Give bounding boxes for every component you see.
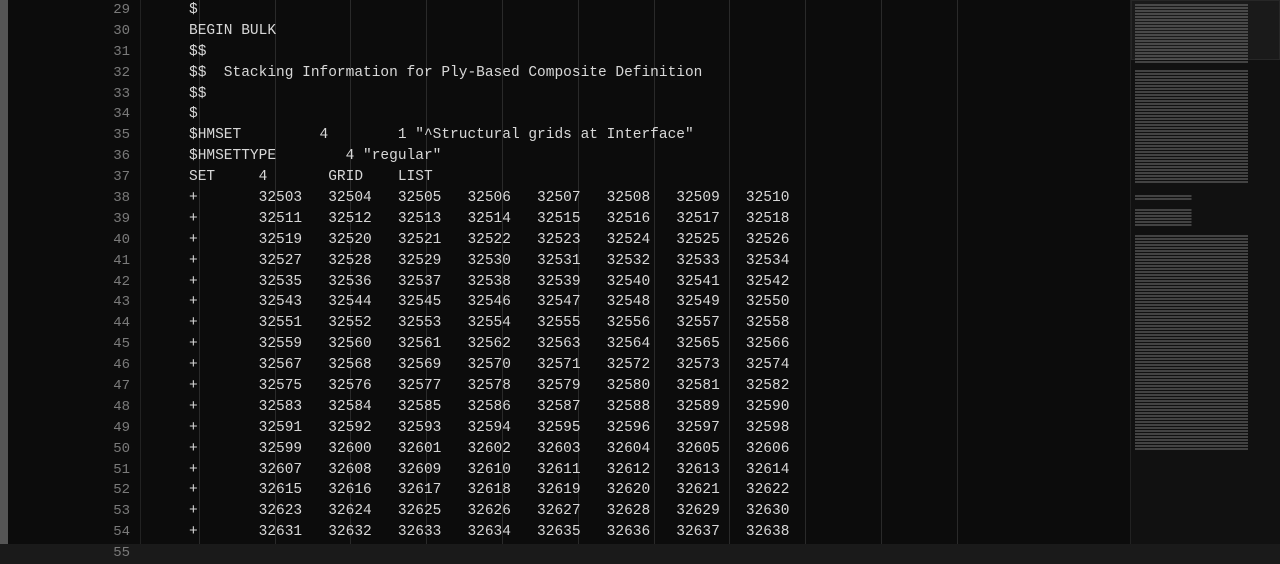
line-number: 32 (8, 63, 140, 84)
line-number: 35 (8, 125, 140, 146)
line-number: 29 (8, 0, 140, 21)
code-line[interactable]: + 32599 32600 32601 32602 32603 32604 32… (141, 439, 1130, 460)
code-line[interactable]: $ (141, 0, 1130, 21)
editor-wrap: 2930313233343536373839404142434445464748… (0, 0, 1130, 544)
code-line[interactable]: + 32543 32544 32545 32546 32547 32548 32… (141, 292, 1130, 313)
code-line[interactable]: + 32615 32616 32617 32618 32619 32620 32… (141, 480, 1130, 501)
line-number: 39 (8, 209, 140, 230)
line-number: 37 (8, 167, 140, 188)
line-number: 40 (8, 230, 140, 251)
code-line[interactable]: + 32567 32568 32569 32570 32571 32572 32… (141, 355, 1130, 376)
code-line[interactable]: + 32575 32576 32577 32578 32579 32580 32… (141, 376, 1130, 397)
code-line[interactable]: + 32511 32512 32513 32514 32515 32516 32… (141, 209, 1130, 230)
line-number: 54 (8, 522, 140, 543)
line-number: 44 (8, 313, 140, 334)
code-area[interactable]: $BEGIN BULK$$$$ Stacking Information for… (141, 0, 1130, 544)
code-line[interactable]: $HMSETTYPE 4 "regular" (141, 146, 1130, 167)
code-line[interactable]: + 32607 32608 32609 32610 32611 32612 32… (141, 460, 1130, 481)
line-number: 48 (8, 397, 140, 418)
line-number: 31 (8, 42, 140, 63)
code-line[interactable]: + 32559 32560 32561 32562 32563 32564 32… (141, 334, 1130, 355)
code-line[interactable]: + 32631 32632 32633 32634 32635 32636 32… (141, 522, 1130, 543)
line-number: 47 (8, 376, 140, 397)
line-number: 50 (8, 439, 140, 460)
line-number: 55 (8, 543, 140, 564)
code-line[interactable]: + 32503 32504 32505 32506 32507 32508 32… (141, 188, 1130, 209)
code-line[interactable]: SET 4 GRID LIST (141, 167, 1130, 188)
code-line[interactable]: $$ (141, 84, 1130, 105)
line-number: 42 (8, 272, 140, 293)
code-line[interactable]: $$ (141, 42, 1130, 63)
line-number: 52 (8, 480, 140, 501)
line-number: 43 (8, 292, 140, 313)
code-line[interactable]: + 32527 32528 32529 32530 32531 32532 32… (141, 251, 1130, 272)
code-line[interactable]: + 32591 32592 32593 32594 32595 32596 32… (141, 418, 1130, 439)
code-line[interactable]: + 32519 32520 32521 32522 32523 32524 32… (141, 230, 1130, 251)
line-number: 46 (8, 355, 140, 376)
code-line[interactable]: + 32551 32552 32553 32554 32555 32556 32… (141, 313, 1130, 334)
line-number: 38 (8, 188, 140, 209)
left-strip (0, 0, 8, 544)
code-line[interactable]: $ (141, 104, 1130, 125)
line-number: 33 (8, 84, 140, 105)
code-line[interactable]: + 32623 32624 32625 32626 32627 32628 32… (141, 501, 1130, 522)
code-line[interactable]: BEGIN BULK (141, 21, 1130, 42)
line-number: 36 (8, 146, 140, 167)
line-number: 51 (8, 460, 140, 481)
line-number-gutter: 2930313233343536373839404142434445464748… (8, 0, 141, 544)
code-line[interactable]: $HMSET 4 1 "^Structural grids at Interfa… (141, 125, 1130, 146)
line-number: 41 (8, 251, 140, 272)
minimap[interactable] (1130, 0, 1280, 544)
line-number: 45 (8, 334, 140, 355)
line-number: 53 (8, 501, 140, 522)
code-line[interactable]: + 32583 32584 32585 32586 32587 32588 32… (141, 397, 1130, 418)
code-line[interactable]: $$ Stacking Information for Ply-Based Co… (141, 63, 1130, 84)
code-line[interactable]: + 32535 32536 32537 32538 32539 32540 32… (141, 272, 1130, 293)
line-number: 49 (8, 418, 140, 439)
line-number: 34 (8, 104, 140, 125)
line-number: 30 (8, 21, 140, 42)
